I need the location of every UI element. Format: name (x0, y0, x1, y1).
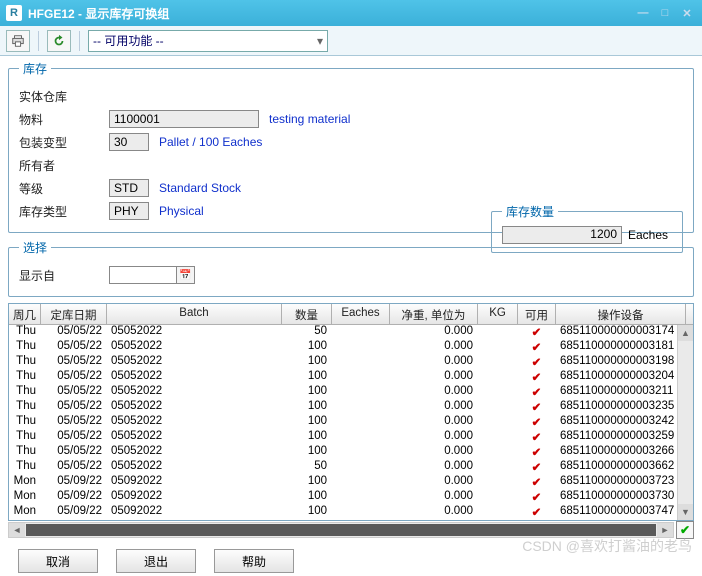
close-button[interactable]: ✕ (678, 7, 696, 19)
col-unit[interactable]: Eaches (332, 304, 390, 324)
table-row[interactable]: Mon05/09/22050920221000.000✔685110000000… (9, 490, 693, 505)
col-qty[interactable]: 数量 (282, 304, 332, 324)
check-icon[interactable]: ✔ (518, 385, 556, 400)
function-selector-label: -- 可用功能 -- (93, 32, 164, 49)
showfrom-label: 显示自 (19, 267, 109, 284)
table-row[interactable]: Thu05/05/2205052022500.000✔6851100000000… (9, 325, 693, 340)
data-grid: 周几 定库日期 Batch 数量 Eaches 净重, 单位为 KG 可用 操作… (8, 303, 694, 521)
title-bar: R HFGE12 - 显示库存可换组 — □ ✕ (0, 0, 702, 26)
material-desc: testing material (269, 112, 350, 126)
check-icon[interactable]: ✔ (518, 430, 556, 445)
scroll-left-icon[interactable]: ◄ (9, 523, 25, 537)
check-icon[interactable]: ✔ (518, 445, 556, 460)
table-row[interactable]: Thu05/05/22050520221000.000✔685110000000… (9, 400, 693, 415)
footer-buttons: 取消 退出 帮助 (8, 539, 694, 573)
printer-icon (11, 34, 25, 48)
inventory-legend: 库存 (19, 60, 51, 77)
table-row[interactable]: Thu05/05/22050520221000.000✔685110000000… (9, 430, 693, 445)
cancel-button[interactable]: 取消 (18, 549, 98, 573)
vertical-scrollbar[interactable]: ▲ ▼ (677, 325, 693, 520)
col-batch[interactable]: Batch (107, 304, 282, 324)
toolbar-separator (79, 31, 80, 51)
pack-field[interactable]: 30 (109, 133, 149, 151)
selection-fieldset: 选择 显示自 📅 (8, 239, 694, 297)
table-row[interactable]: Mon05/09/22050920221000.000✔685110000000… (9, 475, 693, 490)
type-field[interactable]: PHY (109, 202, 149, 220)
grid-header: 周几 定库日期 Batch 数量 Eaches 净重, 单位为 KG 可用 操作… (9, 304, 693, 325)
grade-desc: Standard Stock (159, 181, 241, 195)
col-date[interactable]: 定库日期 (41, 304, 107, 324)
scroll-up-icon[interactable]: ▲ (678, 325, 693, 341)
scroll-down-icon[interactable]: ▼ (678, 504, 693, 520)
window-title: HFGE12 - 显示库存可换组 (28, 5, 630, 22)
minimize-button[interactable]: — (634, 7, 652, 19)
scroll-right-icon[interactable]: ► (657, 523, 673, 537)
col-available[interactable]: 可用 (518, 304, 556, 324)
type-desc: Physical (159, 204, 204, 218)
owner-label: 所有者 (19, 157, 109, 174)
pack-desc: Pallet / 100 Eaches (159, 135, 262, 149)
col-netweight[interactable]: 净重, 单位为 (390, 304, 478, 324)
col-kg[interactable]: KG (478, 304, 518, 324)
function-selector[interactable]: -- 可用功能 -- (88, 30, 328, 52)
exit-button[interactable]: 退出 (116, 549, 196, 573)
material-label: 物料 (19, 111, 109, 128)
check-icon[interactable]: ✔ (518, 400, 556, 415)
check-icon[interactable]: ✔ (518, 460, 556, 475)
table-row[interactable]: Thu05/05/22050520221000.000✔685110000000… (9, 340, 693, 355)
check-icon[interactable]: ✔ (518, 325, 556, 340)
table-row[interactable]: Thu05/05/22050520221000.000✔685110000000… (9, 370, 693, 385)
table-row[interactable]: Thu05/05/22050520221000.000✔685110000000… (9, 355, 693, 370)
showfrom-input[interactable] (109, 266, 177, 284)
grade-field[interactable]: STD (109, 179, 149, 197)
check-icon[interactable]: ✔ (518, 505, 556, 520)
check-icon[interactable]: ✔ (518, 475, 556, 490)
check-icon[interactable]: ✔ (518, 355, 556, 370)
check-icon[interactable]: ✔ (518, 370, 556, 385)
check-icon[interactable]: ✔ (518, 340, 556, 355)
print-button[interactable] (6, 30, 30, 52)
horizontal-scrollbar[interactable]: ◄ ► (8, 522, 674, 538)
pack-label: 包装变型 (19, 134, 109, 151)
confirm-button[interactable]: ✔ (676, 521, 694, 539)
maximize-button[interactable]: □ (656, 7, 674, 19)
scrollbar-thumb[interactable] (26, 524, 656, 536)
col-equipment[interactable]: 操作设备 (556, 304, 686, 324)
table-row[interactable]: Thu05/05/22050520221000.000✔685110000000… (9, 385, 693, 400)
check-icon[interactable]: ✔ (518, 415, 556, 430)
qty-legend: 库存数量 (502, 203, 558, 220)
type-label: 库存类型 (19, 203, 109, 220)
toolbar-separator (38, 31, 39, 51)
grade-label: 等级 (19, 180, 109, 197)
selection-legend: 选择 (19, 239, 51, 256)
check-icon[interactable]: ✔ (518, 490, 556, 505)
grid-body[interactable]: ▲ ▼ Thu05/05/2205052022500.000✔685110000… (9, 325, 693, 520)
refresh-icon (52, 34, 66, 48)
inventory-fieldset: 库存 实体仓库 物料 1100001 testing material 包装变型… (8, 60, 694, 233)
table-row[interactable]: Thu05/05/2205052022500.000✔6851100000000… (9, 460, 693, 475)
table-row[interactable]: Thu05/05/22050520221000.000✔685110000000… (9, 415, 693, 430)
calendar-icon[interactable]: 📅 (177, 266, 195, 284)
warehouse-label: 实体仓库 (19, 88, 109, 105)
toolbar: -- 可用功能 -- (0, 26, 702, 56)
material-field[interactable]: 1100001 (109, 110, 259, 128)
refresh-button[interactable] (47, 30, 71, 52)
table-row[interactable]: Thu05/05/22050520221000.000✔685110000000… (9, 445, 693, 460)
help-button[interactable]: 帮助 (214, 549, 294, 573)
col-day[interactable]: 周几 (9, 304, 41, 324)
table-row[interactable]: Mon05/09/22050920221000.000✔685110000000… (9, 505, 693, 520)
app-icon: R (6, 5, 22, 21)
